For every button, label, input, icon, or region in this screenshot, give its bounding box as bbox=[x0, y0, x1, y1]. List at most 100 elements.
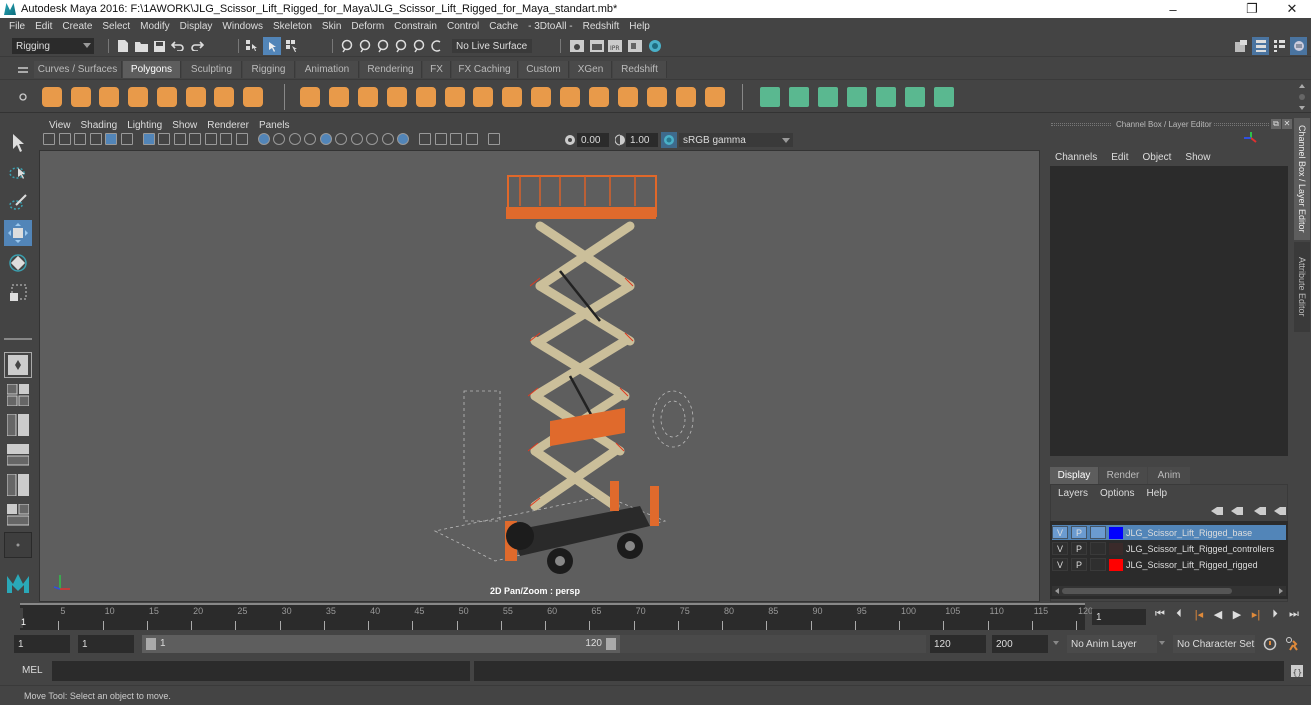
hud-icon[interactable] bbox=[487, 133, 500, 145]
layer-visibility-toggle[interactable]: V bbox=[1052, 542, 1068, 555]
step-forward-frame-icon[interactable]: ⏵ bbox=[1269, 607, 1281, 621]
shelf-tab-sculpting[interactable]: Sculpting bbox=[182, 61, 242, 78]
poly-cylinder-icon[interactable] bbox=[99, 87, 120, 107]
vp-menu-panels[interactable]: Panels bbox=[254, 120, 295, 131]
safe-title-icon[interactable] bbox=[235, 133, 248, 145]
quad-draw-icon[interactable] bbox=[704, 87, 725, 107]
current-frame-field[interactable]: 1 bbox=[1092, 609, 1146, 625]
multi-cut-icon[interactable] bbox=[646, 87, 667, 107]
play-backwards-icon[interactable]: ◀ bbox=[1212, 607, 1224, 621]
layer-visibility-toggle[interactable]: V bbox=[1052, 558, 1068, 571]
gate-mask-icon[interactable] bbox=[189, 133, 201, 145]
step-forward-key-icon[interactable]: ▸| bbox=[1250, 607, 1262, 621]
menu-constrain[interactable]: Constrain bbox=[389, 21, 442, 32]
menu-select[interactable]: Select bbox=[97, 21, 135, 32]
spherical-uv-icon[interactable] bbox=[818, 87, 838, 107]
side-tab-attribute-editor[interactable]: Attribute Editor bbox=[1294, 242, 1310, 332]
menu-edit[interactable]: Edit bbox=[30, 21, 57, 32]
step-back-frame-icon[interactable]: ⏴ bbox=[1173, 607, 1185, 621]
layer-display-type-toggle[interactable] bbox=[1090, 558, 1106, 571]
persp-graph-outliner-layout-icon[interactable] bbox=[4, 502, 32, 528]
new-layer-selected-icon[interactable] bbox=[1273, 504, 1287, 518]
chevron-down-icon[interactable] bbox=[1053, 641, 1059, 645]
color-space-dropdown[interactable]: sRGB gamma bbox=[679, 133, 793, 147]
extrude-icon[interactable] bbox=[531, 87, 552, 107]
gamma-icon[interactable] bbox=[613, 133, 627, 147]
xray-joints-icon[interactable] bbox=[450, 133, 462, 145]
poly-pyramid-icon[interactable] bbox=[214, 87, 235, 107]
textured-icon[interactable] bbox=[304, 133, 316, 145]
menu-cache[interactable]: Cache bbox=[484, 21, 523, 32]
single-perspective-layout-icon[interactable] bbox=[4, 352, 32, 378]
poly-sphere-icon[interactable] bbox=[42, 87, 62, 107]
poly-cube-icon[interactable] bbox=[70, 87, 91, 107]
layer-playback-toggle[interactable]: P bbox=[1071, 542, 1087, 555]
vp-menu-show[interactable]: Show bbox=[167, 120, 202, 131]
film-gate-icon[interactable] bbox=[158, 133, 170, 145]
shelf-options-icon[interactable] bbox=[16, 90, 30, 104]
float-panel-icon[interactable]: ⧉ bbox=[1271, 119, 1281, 129]
snap-point-icon[interactable] bbox=[376, 39, 390, 53]
poly-pipe-icon[interactable] bbox=[242, 87, 263, 107]
layer-color-swatch[interactable] bbox=[1109, 558, 1123, 571]
move-tool-icon[interactable] bbox=[4, 220, 32, 246]
undo-icon[interactable] bbox=[170, 39, 184, 53]
menu-redshift[interactable]: Redshift bbox=[578, 21, 625, 32]
layer-tab-anim[interactable]: Anim bbox=[1148, 467, 1190, 484]
gamma-field[interactable]: 1.00 bbox=[626, 133, 658, 147]
shelf-tab-redshift[interactable]: Redshift bbox=[613, 61, 667, 78]
layer-menu-help[interactable]: Help bbox=[1146, 488, 1167, 499]
grease-pencil-icon[interactable] bbox=[120, 133, 133, 145]
modeling-toolkit-icon[interactable] bbox=[1234, 39, 1248, 53]
persp-outliner-layout-icon[interactable] bbox=[4, 412, 32, 438]
menu-deform[interactable]: Deform bbox=[346, 21, 389, 32]
shelf-tab-curves-surfaces[interactable]: Curves / Surfaces bbox=[34, 61, 122, 78]
go-to-end-icon[interactable]: ⏭ bbox=[1288, 607, 1300, 621]
command-input[interactable] bbox=[52, 661, 470, 681]
render-settings-icon[interactable] bbox=[570, 39, 584, 53]
step-back-key-icon[interactable]: |◂ bbox=[1193, 607, 1205, 621]
snap-surface-icon[interactable] bbox=[412, 39, 426, 53]
shelf-tab-fx-caching[interactable]: FX Caching bbox=[452, 61, 518, 78]
close-panel-icon[interactable]: ✕ bbox=[1282, 119, 1292, 129]
paint-select-tool-icon[interactable] bbox=[4, 190, 32, 216]
hypershade-icon[interactable] bbox=[647, 38, 663, 54]
append-icon[interactable] bbox=[560, 87, 581, 107]
motion-blur-icon[interactable] bbox=[366, 133, 378, 145]
menu-3dtoall[interactable]: - 3DtoAll - bbox=[523, 21, 577, 32]
attribute-editor-toggle-icon[interactable] bbox=[1252, 37, 1269, 55]
layer-horizontal-scrollbar[interactable] bbox=[1052, 586, 1286, 596]
chevron-down-icon[interactable] bbox=[1159, 641, 1165, 645]
command-language-toggle[interactable]: MEL bbox=[22, 665, 43, 676]
poly-cone-icon[interactable] bbox=[128, 87, 149, 107]
bevel-icon[interactable] bbox=[473, 87, 494, 107]
layer-row[interactable]: V P JLG_Scissor_Lift_Rigged_rigged bbox=[1052, 557, 1286, 572]
tool-settings-toggle-icon[interactable] bbox=[1272, 39, 1286, 53]
menu-control[interactable]: Control bbox=[442, 21, 484, 32]
isolate-select-icon[interactable] bbox=[419, 133, 431, 145]
shadows-icon[interactable] bbox=[335, 133, 347, 145]
backface-icon[interactable] bbox=[465, 133, 478, 145]
exposure-icon[interactable] bbox=[563, 133, 577, 147]
menu-skeleton[interactable]: Skeleton bbox=[268, 21, 317, 32]
vp-menu-renderer[interactable]: Renderer bbox=[202, 120, 254, 131]
lasso-tool-icon[interactable] bbox=[4, 160, 32, 186]
resolution-gate-icon[interactable] bbox=[173, 133, 186, 145]
range-slider-bar[interactable]: 1 120 bbox=[142, 635, 620, 653]
planar-uv-icon[interactable] bbox=[760, 87, 780, 107]
uv-editor-icon[interactable] bbox=[905, 87, 925, 107]
layer-row[interactable]: V P JLG_Scissor_Lift_Rigged_controllers bbox=[1052, 541, 1286, 556]
animation-start-field[interactable]: 1 bbox=[14, 635, 70, 653]
save-scene-icon[interactable] bbox=[152, 39, 166, 53]
custom-layout-icon[interactable] bbox=[4, 532, 32, 558]
scroll-left-icon[interactable] bbox=[1055, 588, 1059, 594]
new-empty-layer-icon[interactable] bbox=[1253, 504, 1267, 518]
extract-icon[interactable] bbox=[415, 87, 436, 107]
channel-box-area[interactable] bbox=[1050, 166, 1288, 456]
snap-grid-icon[interactable] bbox=[340, 39, 354, 53]
character-set-dropdown[interactable]: No Character Set bbox=[1173, 635, 1255, 653]
menu-display[interactable]: Display bbox=[175, 21, 218, 32]
animation-preferences-icon[interactable] bbox=[1285, 637, 1299, 651]
use-all-lights-icon[interactable] bbox=[319, 133, 332, 145]
shelf-tab-rigging[interactable]: Rigging bbox=[243, 61, 295, 78]
